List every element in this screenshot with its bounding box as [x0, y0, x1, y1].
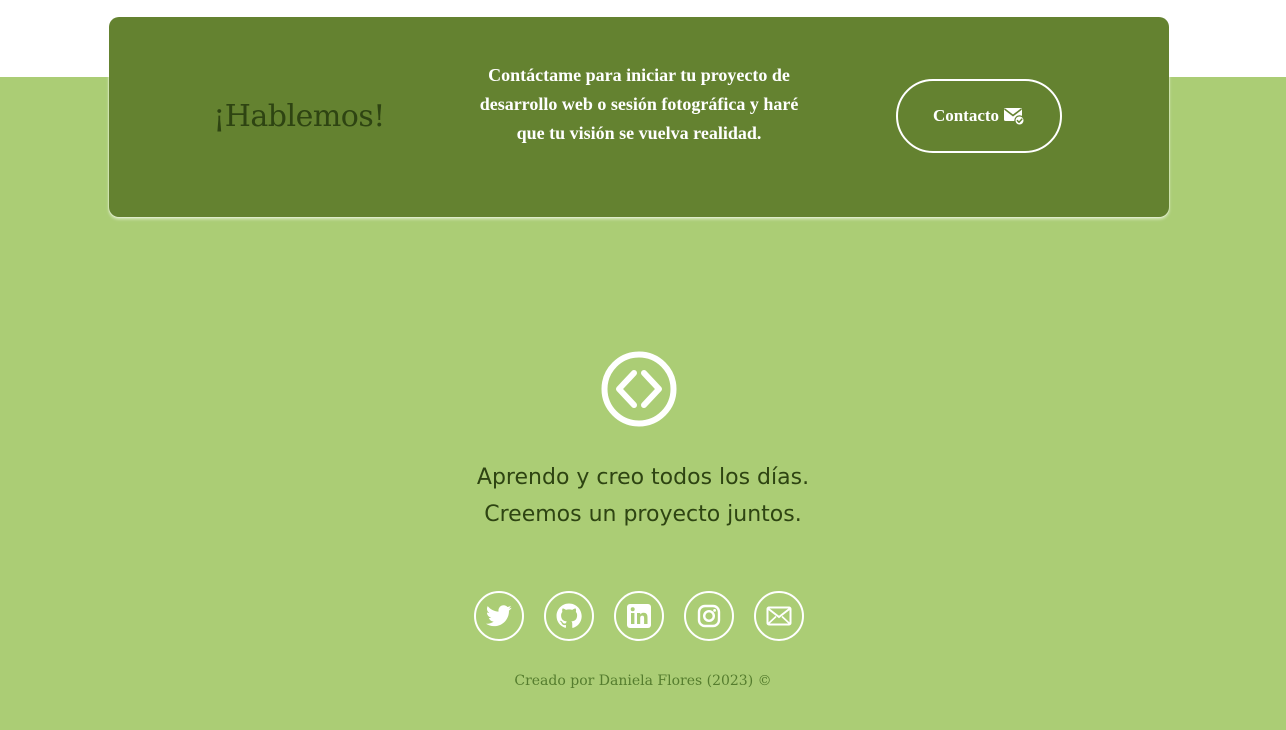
tagline-line-1: Aprendo y creo todos los días.	[476, 465, 810, 490]
linkedin-link[interactable]	[614, 591, 664, 641]
twitter-icon	[486, 605, 512, 627]
cta-description: Contáctame para iniciar tu proyecto de d…	[479, 65, 799, 143]
linkedin-icon	[627, 604, 651, 628]
tagline-line-2: Creemos un proyecto juntos.	[484, 502, 802, 527]
social-links	[474, 591, 804, 641]
instagram-link[interactable]	[684, 591, 734, 641]
email-link[interactable]	[754, 591, 804, 641]
github-link[interactable]	[544, 591, 594, 641]
code-icon	[600, 350, 678, 428]
footer-credit: Creado por Daniela Flores (2023) ©	[514, 673, 772, 689]
footer-tagline: Aprendo y creo todos los días. Creemos u…	[393, 459, 893, 533]
envelope-check-icon	[1003, 106, 1025, 126]
envelope-icon	[766, 606, 792, 626]
twitter-link[interactable]	[474, 591, 524, 641]
contact-button-label: Contacto	[932, 106, 1000, 125]
contact-button[interactable]: Contacto	[896, 79, 1062, 153]
cta-heading: ¡Hablemos!	[213, 99, 385, 134]
instagram-icon	[697, 604, 721, 628]
github-icon	[556, 603, 582, 629]
contact-cta-card: ¡Hablemos! Contáctame para iniciar tu pr…	[109, 17, 1169, 217]
